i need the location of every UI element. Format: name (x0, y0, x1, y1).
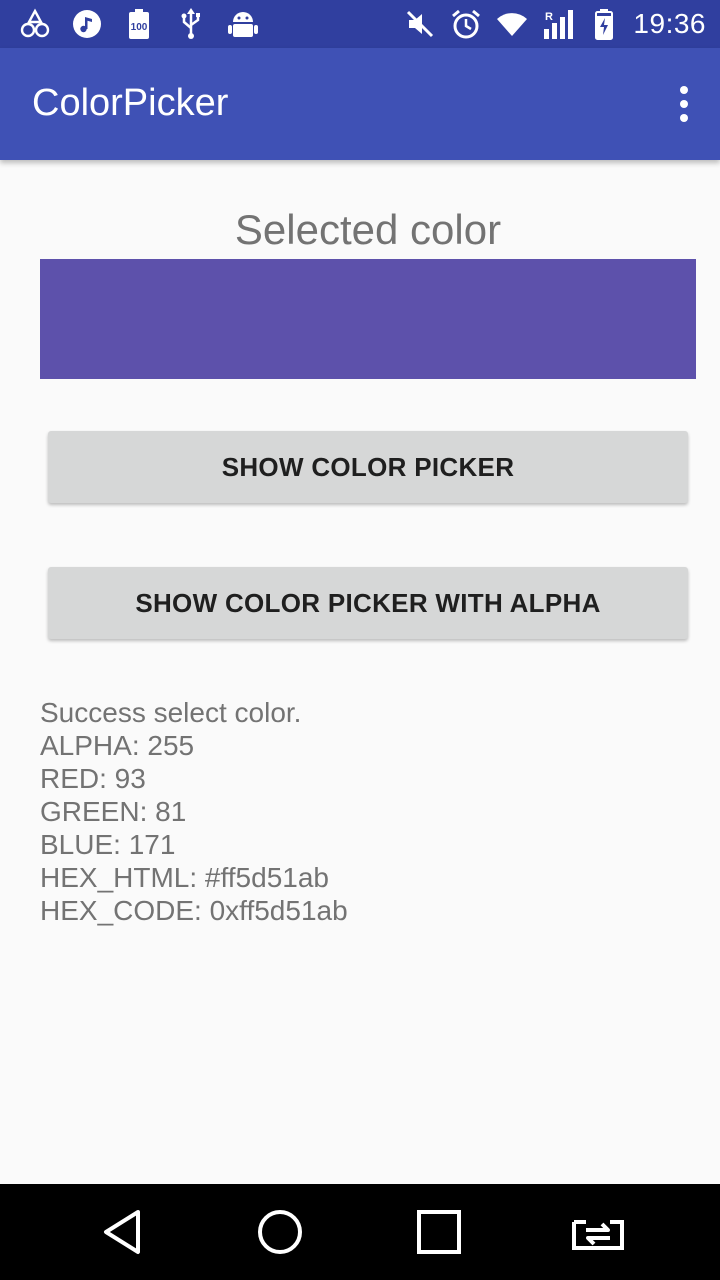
home-icon[interactable] (250, 1204, 310, 1260)
switch-app-icon[interactable] (568, 1204, 628, 1260)
result-alpha-value: ALPHA: 255 (40, 730, 195, 761)
usb-icon (174, 8, 208, 40)
battery-charging-icon (587, 8, 621, 40)
recents-icon[interactable] (409, 1204, 469, 1260)
app-title: ColorPicker (32, 82, 229, 124)
android-debug-icon (226, 8, 260, 40)
show-color-picker-button[interactable]: SHOW COLOR PICKER (48, 431, 688, 503)
status-bar-notifications: 100 (18, 8, 260, 40)
selected-color-swatch (40, 259, 696, 379)
battery-saver-icon: 100 (122, 8, 156, 40)
wifi-icon (495, 8, 529, 40)
music-icon (70, 8, 104, 40)
result-hex-code-value: HEX_CODE: 0xff5d51ab (40, 895, 348, 926)
svg-text:100: 100 (131, 22, 148, 33)
status-time: 19:36 (633, 8, 706, 39)
mute-icon (403, 8, 437, 40)
status-bar: 100 R 19:36 (0, 0, 720, 48)
more-vert-icon[interactable] (668, 82, 700, 126)
show-color-picker-alpha-button[interactable]: SHOW COLOR PICKER WITH ALPHA (48, 567, 688, 639)
svg-text:R: R (545, 11, 553, 23)
alarm-icon (449, 8, 483, 40)
notification-icon (18, 8, 52, 40)
result-hex-html-value: HEX_HTML: #ff5d51ab (40, 862, 329, 893)
status-bar-system: R 19:36 (403, 8, 706, 40)
back-icon[interactable] (92, 1204, 152, 1260)
signal-icon: R (541, 8, 575, 40)
result-blue-value: BLUE: 171 (40, 829, 176, 860)
result-green-value: GREEN: 81 (40, 796, 187, 827)
app-bar: ColorPicker (0, 48, 720, 160)
result-status-text: Success select color. (40, 697, 302, 728)
color-result-info: Success select color. ALPHA: 255 RED: 93… (40, 696, 680, 927)
navigation-bar (0, 1184, 720, 1280)
selected-color-heading: Selected color (234, 206, 502, 253)
result-red-value: RED: 93 (40, 763, 146, 794)
